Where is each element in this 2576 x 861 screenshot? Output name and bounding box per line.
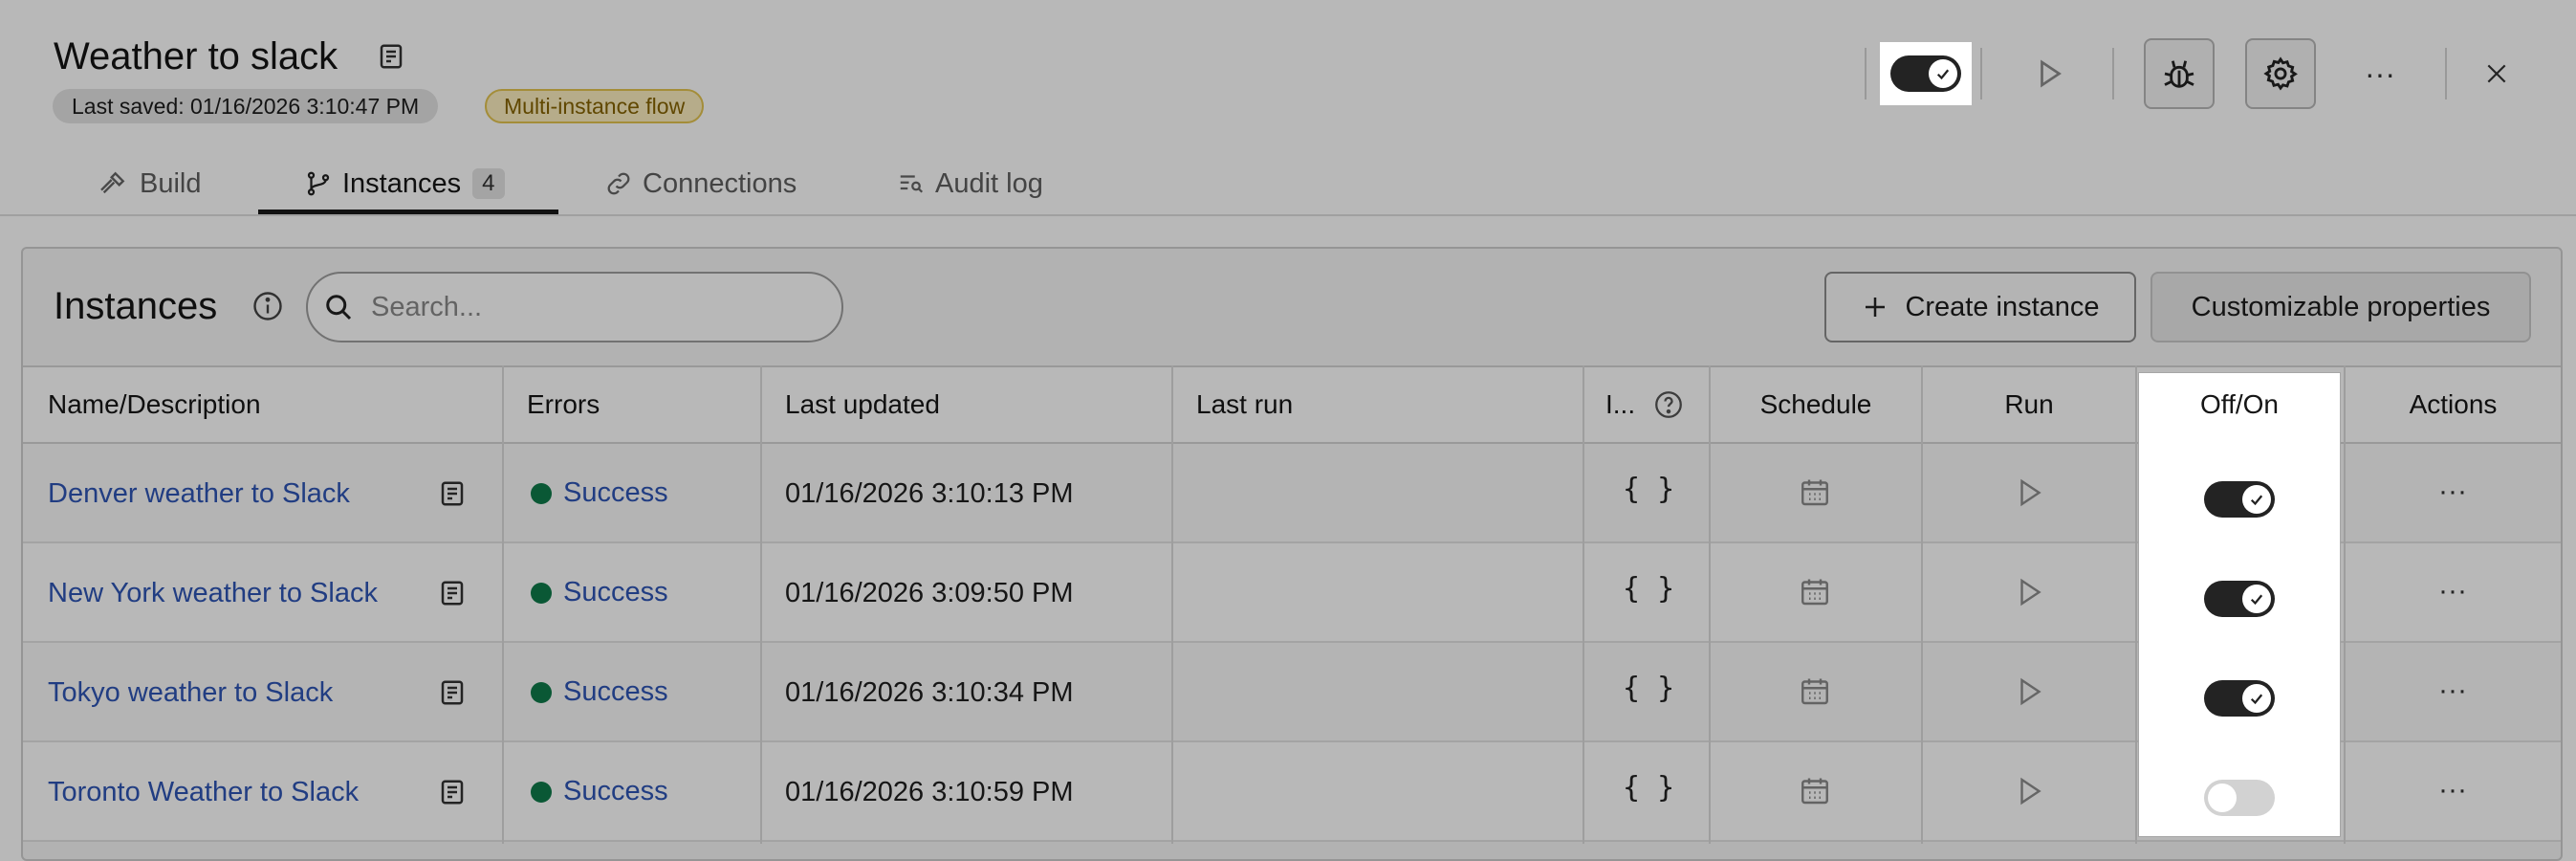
tour-overlay: [0, 0, 2576, 861]
